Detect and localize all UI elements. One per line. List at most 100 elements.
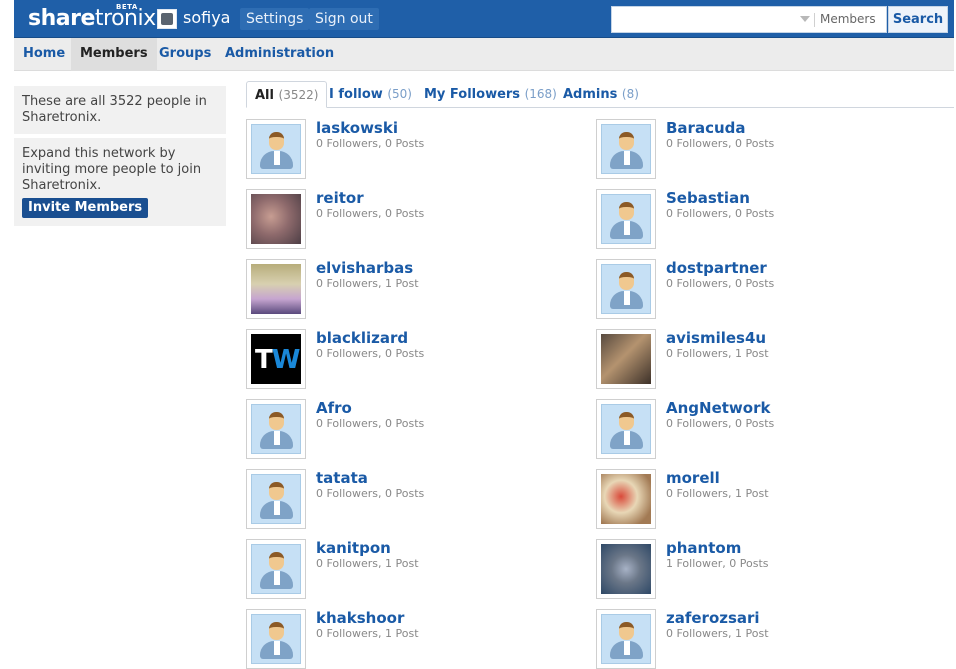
member-tabs: All (3522) I follow (50) My Followers (1…: [246, 81, 954, 108]
member-card: tatata 0 Followers, 0 Posts: [246, 469, 576, 529]
head-shape: [619, 622, 634, 640]
username[interactable]: sofiya: [183, 8, 230, 27]
member-stats: 0 Followers, 0 Posts: [316, 487, 425, 500]
member-stats: 0 Followers, 0 Posts: [666, 207, 775, 220]
member-avatar[interactable]: [596, 539, 656, 599]
member-stats: 0 Followers, 0 Posts: [316, 207, 425, 220]
member-card: phantom 1 Follower, 0 Posts: [596, 539, 926, 599]
member-stats: 0 Followers, 1 Post: [316, 557, 419, 570]
member-avatar[interactable]: [246, 399, 306, 459]
nav-administration[interactable]: Administration: [216, 38, 343, 71]
member-name-link[interactable]: Sebastian: [666, 189, 750, 207]
tie-shape: [274, 641, 280, 655]
default-avatar-icon: [251, 544, 301, 594]
head-shape: [619, 412, 634, 430]
default-avatar-icon: [601, 404, 651, 454]
tw-logo-avatar: TW: [251, 334, 301, 384]
head-shape: [269, 412, 284, 430]
nav-home[interactable]: Home: [14, 38, 74, 71]
member-name-link[interactable]: tatata: [316, 469, 368, 487]
member-avatar[interactable]: [246, 469, 306, 529]
member-stats: 0 Followers, 1 Post: [666, 627, 769, 640]
tab-label: My Followers: [424, 87, 521, 102]
member-name-link[interactable]: morell: [666, 469, 720, 487]
member-card: morell 0 Followers, 1 Post: [596, 469, 926, 529]
tie-shape: [624, 641, 630, 655]
member-name-link[interactable]: avismiles4u: [666, 329, 766, 347]
logo[interactable]: sharetronix BETA: [28, 3, 156, 31]
nav-groups[interactable]: Groups: [150, 38, 220, 71]
default-avatar-icon: [601, 124, 651, 174]
member-name-link[interactable]: reitor: [316, 189, 364, 207]
head-shape: [269, 132, 284, 150]
settings-button[interactable]: Settings: [240, 8, 310, 30]
tab-label: Admins: [563, 87, 618, 102]
member-name-link[interactable]: khakshoor: [316, 609, 404, 627]
member-stats: 0 Followers, 0 Posts: [666, 417, 775, 430]
member-avatar[interactable]: [246, 189, 306, 249]
member-stats: 0 Followers, 0 Posts: [666, 277, 775, 290]
member-name-link[interactable]: Afro: [316, 399, 352, 417]
member-name-link[interactable]: AngNetwork: [666, 399, 770, 417]
tab-admins[interactable]: Admins (8): [555, 81, 647, 108]
tab-count: (8): [621, 87, 639, 101]
member-avatar[interactable]: [596, 189, 656, 249]
member-name-link[interactable]: zaferozsari: [666, 609, 760, 627]
default-avatar-icon: [601, 194, 651, 244]
default-avatar-icon: [251, 614, 301, 664]
tab-count: (168): [524, 87, 557, 101]
member-name-link[interactable]: kanitpon: [316, 539, 391, 557]
member-name-link[interactable]: blacklizard: [316, 329, 408, 347]
default-avatar-icon: [601, 264, 651, 314]
member-stats: 0 Followers, 0 Posts: [316, 417, 425, 430]
tab-my-followers[interactable]: My Followers (168): [416, 81, 565, 108]
member-avatar[interactable]: [596, 329, 656, 389]
tw-logo: TW: [255, 345, 300, 375]
member-avatar[interactable]: [246, 539, 306, 599]
chevron-down-icon[interactable]: [800, 16, 810, 22]
tie-shape: [624, 431, 630, 445]
user-avatar[interactable]: [157, 9, 177, 29]
tab-count: (3522): [278, 88, 319, 102]
tie-shape: [274, 151, 280, 165]
tie-shape: [274, 431, 280, 445]
member-avatar[interactable]: [246, 259, 306, 319]
tab-all[interactable]: All (3522): [246, 81, 328, 108]
default-avatar-icon: [251, 474, 301, 524]
member-avatar[interactable]: [596, 259, 656, 319]
head-shape: [269, 482, 284, 500]
head-shape: [619, 132, 634, 150]
member-photo: [601, 334, 651, 384]
tie-shape: [624, 151, 630, 165]
member-avatar[interactable]: [596, 119, 656, 179]
head-shape: [269, 622, 284, 640]
member-card: elvisharbas 0 Followers, 1 Post: [246, 259, 576, 319]
member-avatar[interactable]: [596, 609, 656, 669]
search-input[interactable]: [612, 7, 797, 32]
member-stats: 0 Followers, 0 Posts: [666, 137, 775, 150]
tie-shape: [274, 501, 280, 515]
member-avatar[interactable]: [246, 609, 306, 669]
member-avatar[interactable]: [246, 119, 306, 179]
sidebar-invite-box: Expand this network by inviting more peo…: [14, 138, 226, 226]
default-avatar-icon: [251, 404, 301, 454]
member-card: Sebastian 0 Followers, 0 Posts: [596, 189, 926, 249]
member-name-link[interactable]: elvisharbas: [316, 259, 413, 277]
member-name-link[interactable]: laskowski: [316, 119, 398, 137]
tab-i-follow[interactable]: I follow (50): [321, 81, 420, 108]
nav-members[interactable]: Members: [71, 38, 157, 71]
search-button[interactable]: Search: [888, 6, 948, 33]
member-stats: 0 Followers, 1 Post: [316, 277, 419, 290]
invite-members-button[interactable]: Invite Members: [22, 198, 149, 218]
member-name-link[interactable]: dostpartner: [666, 259, 767, 277]
member-avatar[interactable]: TW: [246, 329, 306, 389]
member-name-link[interactable]: phantom: [666, 539, 741, 557]
member-name-link[interactable]: Baracuda: [666, 119, 746, 137]
member-avatar[interactable]: [596, 469, 656, 529]
tab-count: (50): [387, 87, 412, 101]
signout-button[interactable]: Sign out: [309, 8, 379, 30]
member-card: khakshoor 0 Followers, 1 Post: [246, 609, 576, 669]
member-card: avismiles4u 0 Followers, 1 Post: [596, 329, 926, 389]
search-scope-select[interactable]: Members: [820, 12, 876, 26]
member-avatar[interactable]: [596, 399, 656, 459]
